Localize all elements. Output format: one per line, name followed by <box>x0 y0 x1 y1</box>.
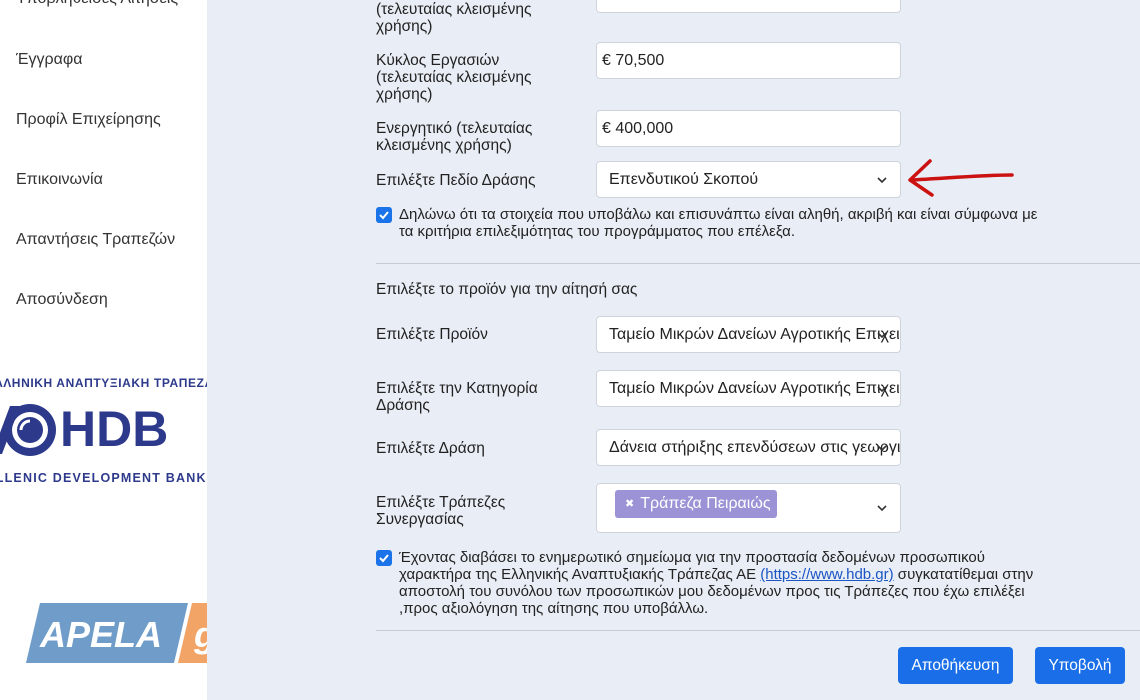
section-divider <box>376 263 1140 264</box>
action-category-value: Ταμείο Μικρών Δανείων Αγροτικής Επιχειρη… <box>609 380 900 397</box>
assets-input[interactable]: € 400,000 <box>596 110 901 147</box>
sidebar: Υποβληθείσες Αιτήσεις Έγγραφα Προφίλ Επι… <box>0 0 207 700</box>
sidebar-item-logout[interactable]: Αποσύνδεση <box>16 291 108 309</box>
product-value: Ταμείο Μικρών Δανείων Αγροτικής Επιχειρη… <box>609 326 900 343</box>
assets-label: Ενεργητικό (τελευταίας κλεισμένης χρήσης… <box>376 120 533 154</box>
chevron-down-icon <box>877 445 887 452</box>
sidebar-item-contact[interactable]: Επικοινωνία <box>16 171 103 189</box>
product-section-title: Επιλέξτε το προϊόν για την αίτησή σας <box>376 281 638 298</box>
action-label: Επιλέξτε Δράση <box>376 440 485 457</box>
field-of-action-value: Επενδυτικού Σκοπού <box>609 171 759 188</box>
chevron-down-icon <box>877 386 887 393</box>
sidebar-item-business-profile[interactable]: Προφίλ Επιχείρησης <box>16 111 161 129</box>
chevron-down-icon <box>877 505 887 512</box>
hdb-mark-icon <box>0 404 56 456</box>
chevron-down-icon <box>877 177 887 184</box>
turnover-input[interactable]: € 70,500 <box>596 42 901 79</box>
check-icon <box>379 211 389 220</box>
check-icon <box>379 554 389 563</box>
action-value: Δάνεια στήριξης επενδύσεων στις γεωργικέ… <box>609 439 901 456</box>
sidebar-item-documents[interactable]: Έγγραφα <box>16 51 83 69</box>
action-select[interactable]: Δάνεια στήριξης επενδύσεων στις γεωργικέ… <box>596 429 901 466</box>
partner-banks-multiselect[interactable]: ✖ Τράπεζα Πειραιώς <box>596 483 901 533</box>
partner-bank-tag-label: Τράπεζα Πειραιώς <box>640 495 771 512</box>
submit-button[interactable]: Υποβολή <box>1035 647 1125 684</box>
partner-banks-label: Επιλέξτε Τράπεζες Συνεργασίας <box>376 494 506 528</box>
hdb-logo-name: HDB <box>60 401 169 457</box>
sidebar-item-submitted-applications[interactable]: Υποβληθείσες Αιτήσεις <box>16 0 178 8</box>
declaration-text: Δηλώνω ότι τα στοιχεία που υποβάλω και ε… <box>399 206 1038 240</box>
apela-logo-suffix: gr <box>193 614 207 655</box>
red-arrow-annotation-icon <box>908 159 1014 197</box>
chevron-down-icon <box>877 332 887 339</box>
hdb-website-link[interactable]: (https://www.hdb.gr) <box>760 566 893 583</box>
apela-logo: APELA gr <box>26 603 207 663</box>
apela-logo-text: APELA <box>39 614 162 655</box>
bottom-divider <box>376 630 1140 631</box>
remove-tag-icon[interactable]: ✖ <box>625 498 634 510</box>
turnover-label: Κύκλος Εργασιών (τελευταίας κλεισμένης χ… <box>376 52 532 103</box>
consent-text: Έχοντας διαβάσει το ενημερωτικό σημείωμα… <box>399 549 1039 617</box>
hdb-logo-top-text: ΕΛΛΗΝΙΚΗ ΑΝΑΠΤΥΞΙΑΚΗ ΤΡΑΠΕΖΑ <box>0 376 207 390</box>
field-of-action-select[interactable]: Επενδυτικού Σκοπού <box>596 161 901 198</box>
partner-bank-tag: ✖ Τράπεζα Πειραιώς <box>615 490 777 518</box>
hdb-logo-bottom-text: HELLENIC DEVELOPMENT BANK <box>0 471 207 485</box>
action-category-select[interactable]: Ταμείο Μικρών Δανείων Αγροτικής Επιχειρη… <box>596 370 901 407</box>
consent-checkbox[interactable] <box>376 550 392 566</box>
partial-field-input[interactable] <box>596 0 901 13</box>
action-category-label: Επιλέξτε την Κατηγορία Δράσης <box>376 380 538 414</box>
hdb-logo: ΕΛΛΗΝΙΚΗ ΑΝΑΠΤΥΞΙΑΚΗ ΤΡΑΠΕΖΑ HDB HELLENI… <box>0 372 207 492</box>
product-select[interactable]: Ταμείο Μικρών Δανείων Αγροτικής Επιχειρη… <box>596 316 901 353</box>
product-label: Επιλέξτε Προϊόν <box>376 326 488 343</box>
application-form: (τελευταίας κλεισμένης χρήσης) Κύκλος Ερ… <box>207 0 1140 700</box>
partial-field-label: (τελευταίας κλεισμένης χρήσης) <box>376 1 532 35</box>
field-of-action-label: Επιλέξτε Πεδίο Δράσης <box>376 172 536 189</box>
declaration-checkbox[interactable] <box>376 207 392 223</box>
sidebar-item-bank-responses[interactable]: Απαντήσεις Τραπεζών <box>16 231 175 249</box>
save-button[interactable]: Αποθήκευση <box>898 647 1013 684</box>
